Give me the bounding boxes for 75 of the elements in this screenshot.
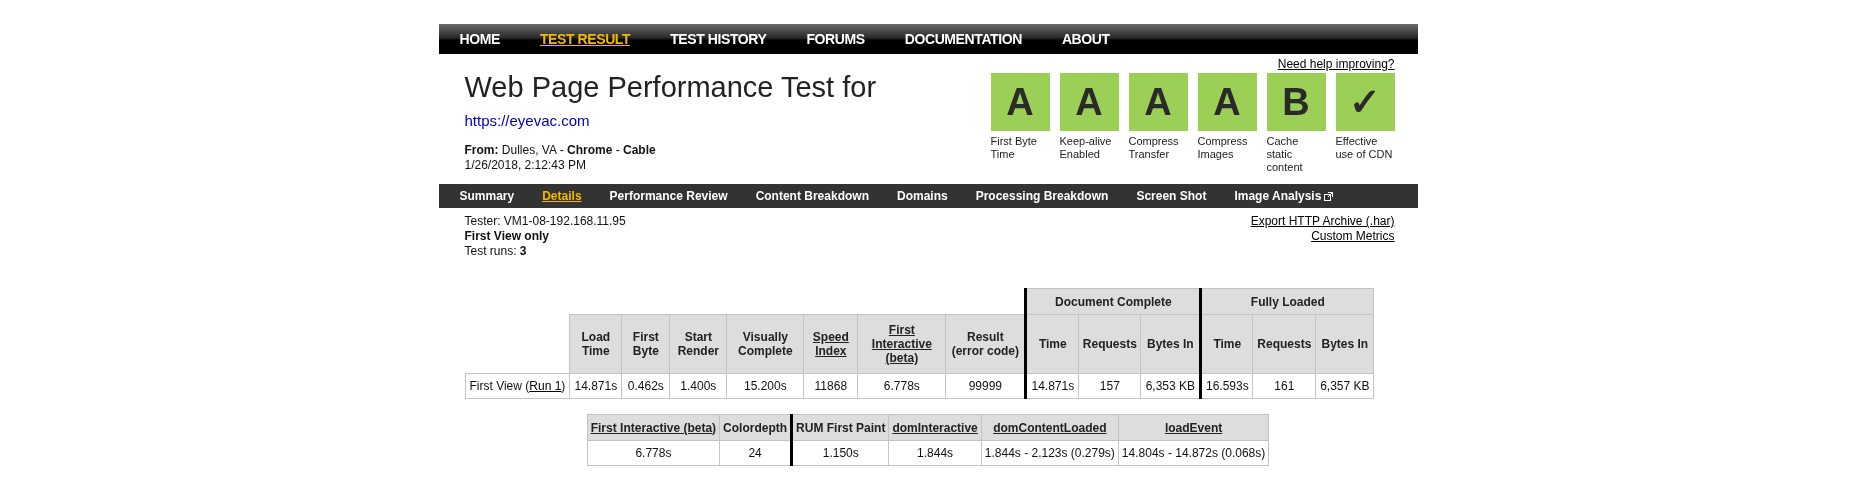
sub-nav-link[interactable]: Image Analysis xyxy=(1234,189,1334,203)
row-label: First View (Run 1) xyxy=(465,373,570,399)
table-cell: 1.844s xyxy=(888,440,982,466)
grade-label: Compress Images xyxy=(1197,135,1249,161)
test-url-link[interactable]: https://eyevac.com xyxy=(464,112,590,129)
column-header[interactable]: First Interactive (beta) xyxy=(587,414,720,441)
grade-label: Cache static content xyxy=(1266,135,1304,174)
table-cell: 157 xyxy=(1078,373,1141,399)
grade-label: Compress Transfer xyxy=(1128,135,1180,161)
help-link[interactable]: Need help improving? xyxy=(1277,57,1395,71)
column-header: Time xyxy=(1200,314,1253,374)
grade-badge[interactable]: A xyxy=(1197,73,1257,131)
sub-nav-link[interactable]: Screen Shot xyxy=(1136,189,1207,203)
table-cell: 1.150s xyxy=(791,440,889,466)
column-header: RUM First Paint xyxy=(791,414,889,441)
table-cell: 1.844s - 2.123s (0.279s) xyxy=(981,440,1119,466)
column-header: Requests xyxy=(1078,314,1141,374)
grade-badge[interactable]: A xyxy=(1128,73,1188,131)
column-header: Start Render xyxy=(669,314,727,374)
test-runs-info: Test runs: 3 xyxy=(464,244,527,259)
page-title: Web Page Performance Test for xyxy=(464,70,877,104)
test-date: 1/26/2018, 2:12:43 PM xyxy=(464,158,587,173)
grade-badge[interactable]: A xyxy=(990,73,1050,131)
sub-nav-link[interactable]: Content Breakdown xyxy=(755,189,869,203)
nav-link[interactable]: ABOUT xyxy=(1061,31,1110,47)
column-header[interactable]: domInteractive xyxy=(888,414,982,441)
table-cell: 14.804s - 14.872s (0.068s) xyxy=(1118,440,1269,466)
nav-link[interactable]: TEST HISTORY xyxy=(670,31,767,47)
table-cell: 14.871s xyxy=(569,373,622,399)
nav-link[interactable]: FORUMS xyxy=(806,31,865,47)
nav-link[interactable]: TEST RESULT xyxy=(539,31,631,47)
column-header: Result (error code) xyxy=(945,314,1026,374)
column-header[interactable]: domContentLoaded xyxy=(981,414,1119,441)
table-cell: 6.778s xyxy=(857,373,946,399)
grade-badge[interactable]: B xyxy=(1266,73,1326,131)
sub-nav-link[interactable]: Domains xyxy=(896,189,948,203)
table-cell: 6,357 KB xyxy=(1315,373,1374,399)
test-location: From: Dulles, VA - Chrome - Cable xyxy=(464,143,657,158)
column-header: Time xyxy=(1025,314,1079,374)
sub-nav-link[interactable]: Summary xyxy=(459,189,515,203)
export-link[interactable]: Custom Metrics xyxy=(1311,229,1395,244)
external-link-icon xyxy=(1324,191,1334,201)
column-header: Visually Complete xyxy=(726,314,804,374)
table-cell: 161 xyxy=(1252,373,1316,399)
column-group-header: Document Complete xyxy=(1025,288,1201,315)
column-header[interactable]: loadEvent xyxy=(1118,414,1269,441)
table-cell: 0.462s xyxy=(621,373,670,399)
sub-nav-link[interactable]: Performance Review xyxy=(609,189,728,203)
column-header: Bytes In xyxy=(1140,314,1201,374)
grade-label: Keep-alive Enabled xyxy=(1059,135,1113,161)
column-group-header: Fully Loaded xyxy=(1200,288,1374,315)
table-cell: 15.200s xyxy=(726,373,804,399)
table-cell: 14.871s xyxy=(1025,373,1079,399)
table-cell: 1.400s xyxy=(669,373,727,399)
grade-label: First Byte Time xyxy=(990,135,1038,161)
table-cell: 16.593s xyxy=(1200,373,1253,399)
sub-nav-link[interactable]: Details xyxy=(542,189,582,203)
column-header: Load Time xyxy=(569,314,622,374)
column-header[interactable]: First Interactive (beta) xyxy=(857,314,946,374)
sub-nav-link[interactable]: Processing Breakdown xyxy=(975,189,1109,203)
grade-badge[interactable]: ✓ xyxy=(1335,73,1395,131)
grade-label: Effective use of CDN xyxy=(1335,135,1394,161)
table-cell: 6.778s xyxy=(587,440,720,466)
nav-link[interactable]: HOME xyxy=(459,31,500,47)
column-header: First Byte xyxy=(621,314,670,374)
column-header: Colordepth xyxy=(719,414,792,441)
column-header[interactable]: Speed Index xyxy=(803,314,858,374)
grade-badge[interactable]: A xyxy=(1059,73,1119,131)
table-cell: 11868 xyxy=(803,373,858,399)
view-info: First View only xyxy=(464,229,549,244)
column-header: Bytes In xyxy=(1315,314,1374,374)
column-header: Requests xyxy=(1252,314,1316,374)
nav-link[interactable]: DOCUMENTATION xyxy=(904,31,1022,47)
tester-info: Tester: VM1-08-192.168.11.95 xyxy=(464,214,626,229)
export-link[interactable]: Export HTTP Archive (.har) xyxy=(1250,214,1395,229)
